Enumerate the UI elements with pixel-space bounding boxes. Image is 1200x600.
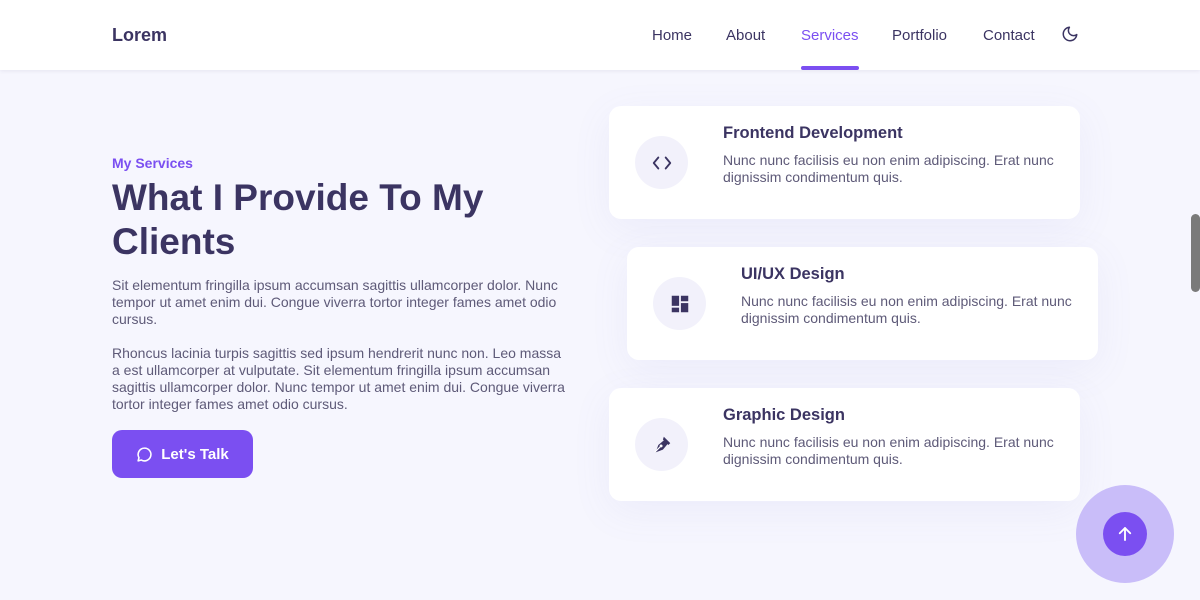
navbar: Lorem Home About Services Portfolio Cont…: [0, 0, 1200, 70]
layout-icon: [653, 277, 706, 330]
section-eyebrow: My Services: [112, 155, 193, 171]
lets-talk-button[interactable]: Let's Talk: [112, 430, 253, 478]
chat-bubble-icon: [137, 446, 152, 462]
nav-item-about[interactable]: About: [726, 27, 765, 44]
service-description: Nunc nunc facilisis eu non enim adipisci…: [741, 293, 1072, 326]
service-title: Graphic Design: [723, 406, 845, 424]
scroll-to-top-button[interactable]: [1103, 512, 1147, 556]
pen-nib-icon: [635, 418, 688, 471]
section-headline: What I Provide To My Clients: [112, 177, 484, 262]
service-card-graphic: Graphic Design Nunc nunc facilisis eu no…: [609, 388, 1080, 501]
service-card-uiux: UI/UX Design Nunc nunc facilisis eu non …: [627, 247, 1098, 360]
moon-icon[interactable]: [1061, 25, 1079, 43]
service-card-frontend: Frontend Development Nunc nunc facilisis…: [609, 106, 1080, 219]
nav-item-home[interactable]: Home: [652, 27, 692, 44]
service-title: UI/UX Design: [741, 265, 845, 283]
nav-item-contact[interactable]: Contact: [983, 27, 1035, 44]
service-description: Nunc nunc facilisis eu non enim adipisci…: [723, 152, 1054, 185]
lets-talk-label: Let's Talk: [161, 445, 229, 463]
page-scrollbar-thumb[interactable]: [1191, 214, 1200, 292]
arrow-up-icon: [1118, 527, 1132, 541]
service-title: Frontend Development: [723, 124, 903, 142]
nav-item-services[interactable]: Services: [801, 27, 859, 70]
intro-paragraph-2: Rhoncus lacinia turpis sagittis sed ipsu…: [112, 345, 565, 412]
service-description: Nunc nunc facilisis eu non enim adipisci…: [723, 434, 1054, 467]
nav-links: Home About Services Portfolio Contact: [0, 27, 1200, 70]
code-icon: [635, 136, 688, 189]
nav-item-portfolio[interactable]: Portfolio: [892, 27, 947, 44]
intro-paragraph-1: Sit elementum fringilla ipsum accumsan s…: [112, 277, 558, 327]
